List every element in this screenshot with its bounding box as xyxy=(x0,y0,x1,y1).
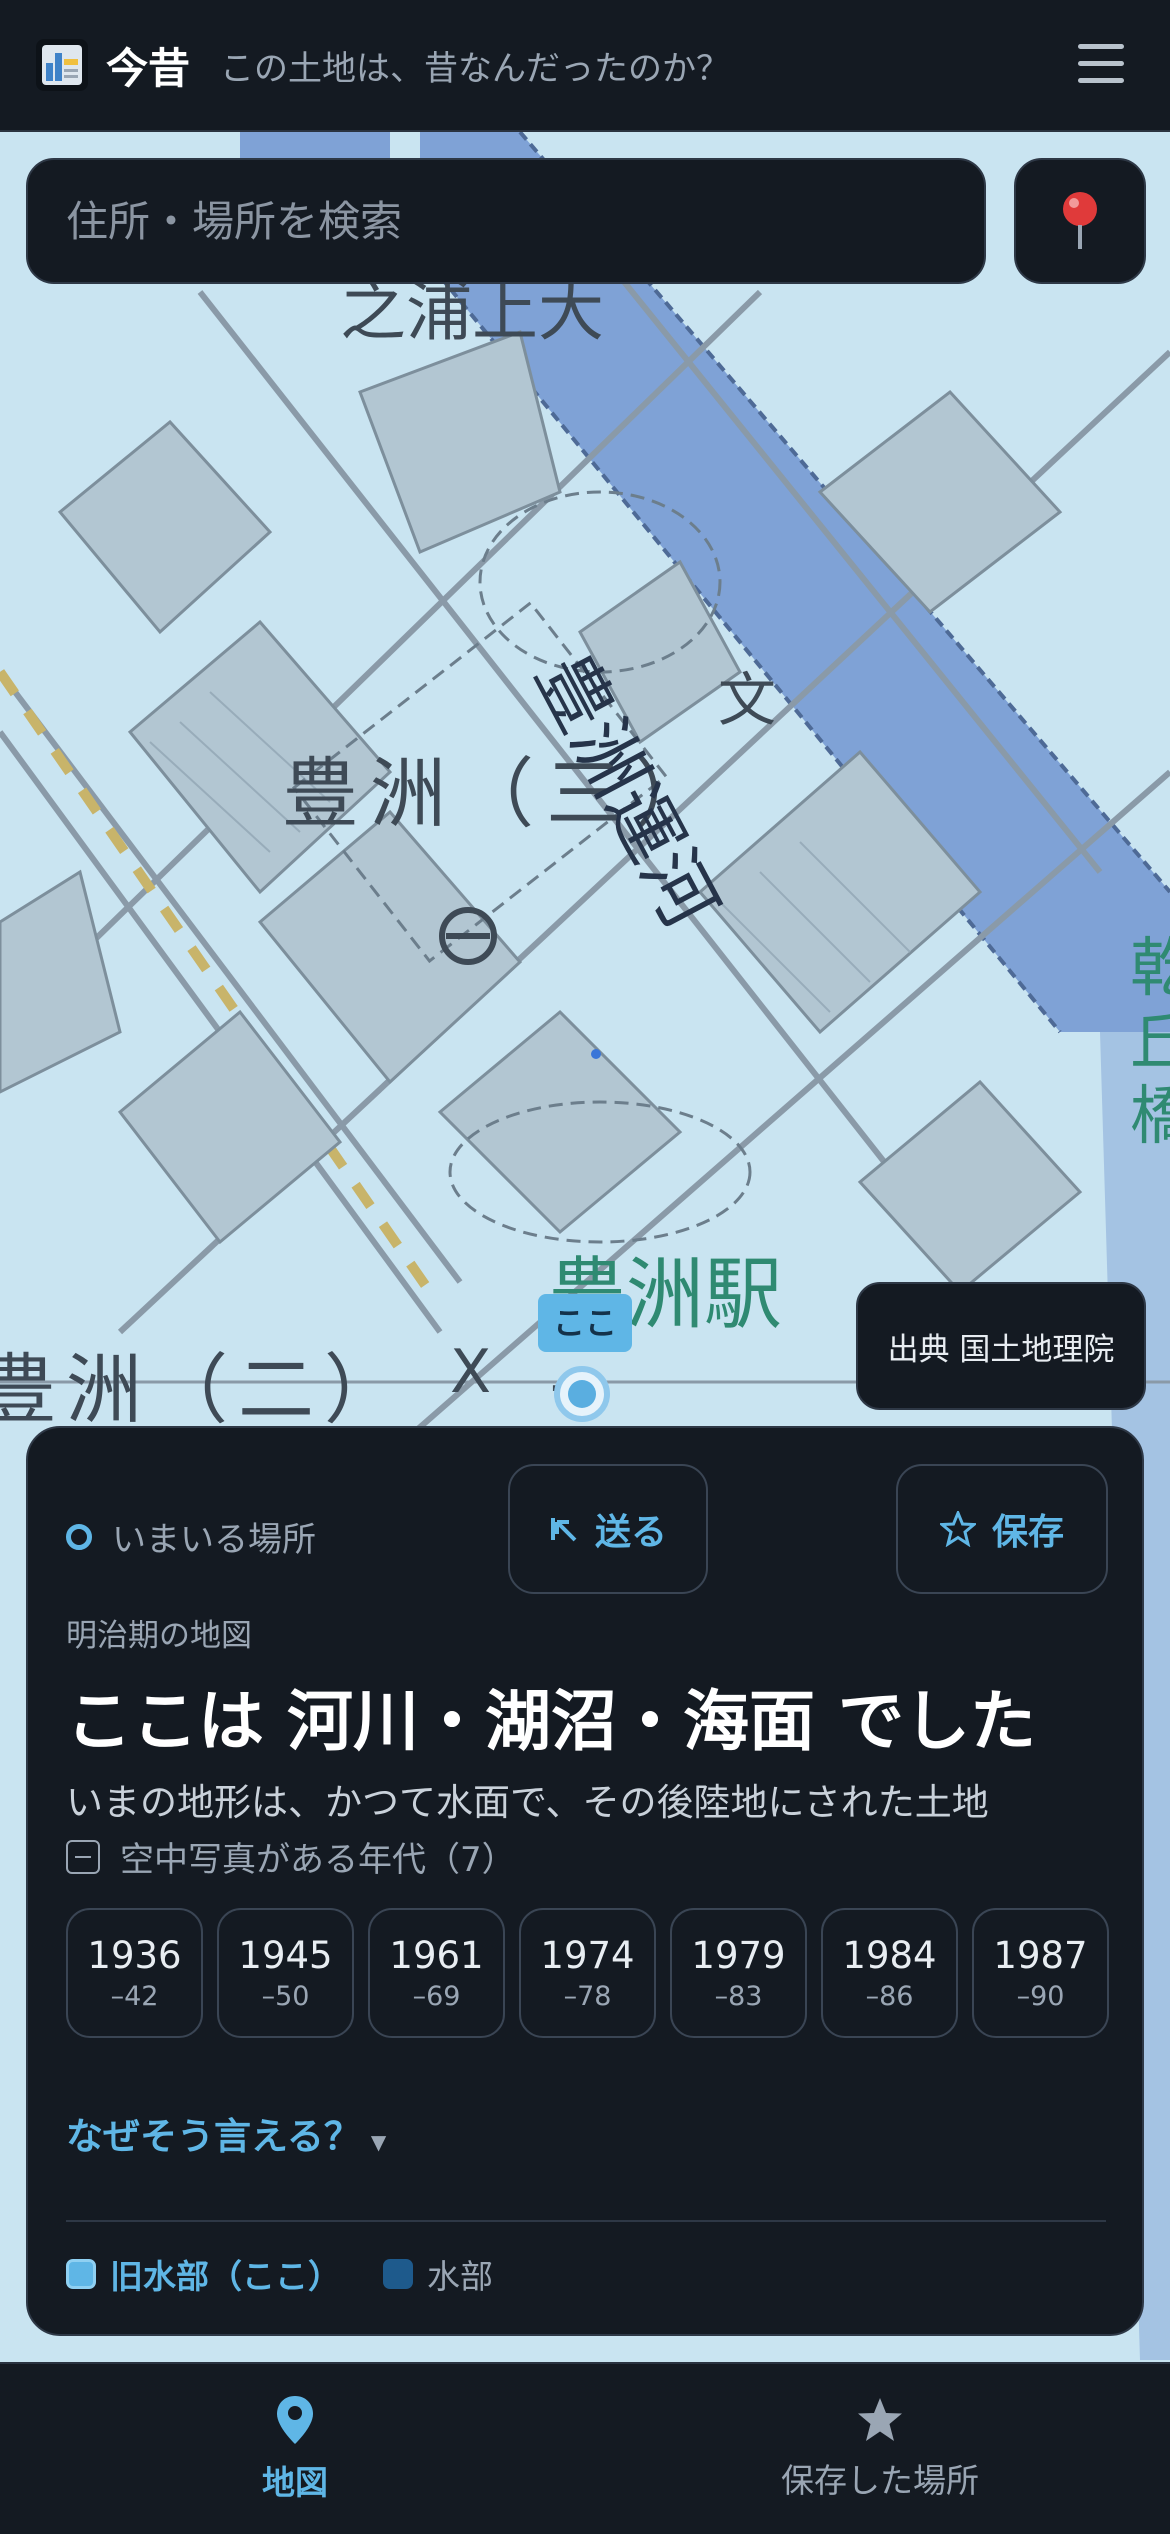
year-chip-1974[interactable]: 1974 –78 xyxy=(519,1908,656,2038)
year-range: –50 xyxy=(261,1981,310,2012)
app-tagline: この土地は、昔なんだったのか？ xyxy=(220,48,731,89)
tab-map[interactable]: 地図 xyxy=(200,2364,390,2534)
land-history-headline: ここは 河川・湖沼・海面 でした xyxy=(66,1683,1036,1760)
why-explanation-toggle[interactable]: なぜそう言える？ ▼ xyxy=(66,2106,386,2160)
year-chip-1936[interactable]: 1936 –42 xyxy=(66,1908,203,2038)
year-range: –69 xyxy=(412,1981,461,2012)
star-icon xyxy=(858,2398,902,2441)
locate-button[interactable] xyxy=(1014,158,1146,284)
year-value: 1984 xyxy=(842,1934,937,1977)
caret-down-icon: ▼ xyxy=(370,2130,387,2154)
divider xyxy=(66,2220,1106,2222)
share-arrow-icon xyxy=(549,1514,579,1544)
send-button[interactable]: 送る xyxy=(508,1464,708,1594)
tab-saved-label: 保存した場所 xyxy=(781,2461,979,2500)
legend-water: 水部 xyxy=(427,2257,493,2296)
year-chip-1984[interactable]: 1984 –86 xyxy=(821,1908,958,2038)
search-input[interactable] xyxy=(64,195,948,247)
year-chip-1987[interactable]: 1987 –90 xyxy=(972,1908,1109,2038)
svg-text:X: X xyxy=(450,1337,491,1407)
year-value: 1979 xyxy=(691,1934,786,1977)
year-chip-1979[interactable]: 1979 –83 xyxy=(670,1908,807,2038)
map-book-icon xyxy=(36,39,88,91)
hamburger-menu-icon[interactable] xyxy=(1078,44,1124,84)
aerial-year-list: 1936 –42 1945 –50 1961 –69 1974 –78 1979… xyxy=(66,1908,1109,2038)
year-range: –78 xyxy=(563,1981,612,2012)
year-value: 1945 xyxy=(238,1934,333,1977)
year-chip-1961[interactable]: 1961 –69 xyxy=(368,1908,505,2038)
app-header: 今昔 この土地は、昔なんだったのか？ xyxy=(0,0,1170,132)
save-button-label: 保存 xyxy=(991,1512,1064,1553)
water-swatch xyxy=(383,2259,413,2289)
send-button-label: 送る xyxy=(594,1512,667,1553)
here-marker-tag: ここ xyxy=(538,1294,632,1352)
map-label-district-2: 豊洲（二） xyxy=(0,1345,410,1434)
year-range: –42 xyxy=(110,1981,159,2012)
current-location-dot[interactable] xyxy=(554,1366,610,1422)
location-ring-icon xyxy=(66,1523,92,1550)
former-water-swatch xyxy=(66,2259,96,2289)
land-history-description: いまの地形は、かつて水面で、その後陸地にされた土地 xyxy=(66,1781,989,1824)
year-value: 1936 xyxy=(87,1934,182,1977)
era-label: 明治期の地図 xyxy=(66,1618,252,1654)
current-location-row: いまいる場所 xyxy=(66,1512,316,1561)
year-chip-1945[interactable]: 1945 –50 xyxy=(217,1908,354,2038)
search-bar xyxy=(26,158,986,284)
save-button[interactable]: 保存 xyxy=(896,1464,1108,1594)
star-outline-icon xyxy=(939,1511,976,1547)
map-attribution[interactable]: 出典 国土地理院 xyxy=(856,1282,1146,1410)
info-sheet: いまいる場所 送る 保存 明治期の地図 ここは 河川・湖沼・海面 でした いまの… xyxy=(26,1426,1144,2336)
collapse-icon xyxy=(66,1839,100,1874)
bottom-tab-bar: 地図 保存した場所 xyxy=(0,2362,1170,2534)
aerial-photo-label: 空中写真がある年代（7） xyxy=(120,1840,516,1880)
year-range: –90 xyxy=(1016,1981,1065,2012)
year-range: –83 xyxy=(714,1981,763,2012)
app-name: 今昔 xyxy=(106,43,191,93)
map-pin-icon xyxy=(277,2396,313,2444)
legend-former-water: 旧水部（ここ） xyxy=(110,2257,341,2296)
map-label-right-edge: 乾 丘 橋 xyxy=(1130,932,1170,1154)
aerial-photo-toggle[interactable]: 空中写真がある年代（7） xyxy=(66,1832,516,1881)
pin-icon xyxy=(1063,192,1097,249)
current-location-label: いまいる場所 xyxy=(112,1520,316,1560)
why-link-label: なぜそう言える？ xyxy=(66,2115,361,2158)
tab-map-label: 地図 xyxy=(262,2463,328,2502)
year-value: 1974 xyxy=(540,1934,635,1977)
svg-text:文: 文 xyxy=(718,666,776,734)
year-range: –86 xyxy=(865,1981,914,2012)
year-value: 1987 xyxy=(993,1934,1088,1977)
tab-saved-places[interactable]: 保存した場所 xyxy=(740,2364,1020,2534)
year-value: 1961 xyxy=(389,1934,484,1977)
map-legend: 旧水部（ここ） 水部 xyxy=(66,2250,493,2298)
